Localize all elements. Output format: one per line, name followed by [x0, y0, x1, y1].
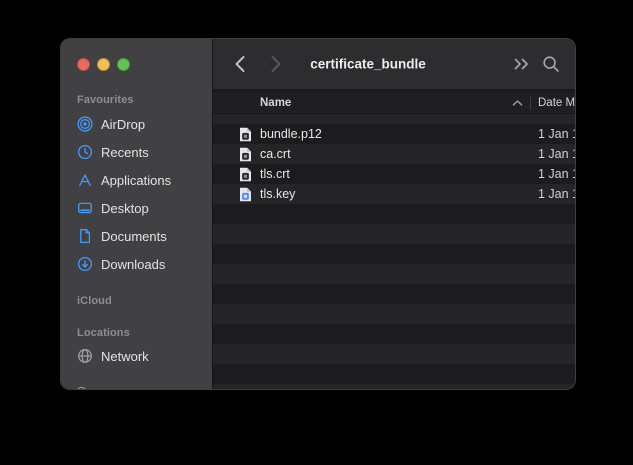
sidebar-item-label: Recents [101, 145, 149, 160]
file-name: tls.crt [260, 164, 290, 184]
close-button[interactable] [77, 58, 90, 71]
file-date-modified: 1 Jan 19 [538, 144, 576, 164]
zoom-button[interactable] [117, 58, 130, 71]
document-icon [77, 228, 93, 244]
file-row-ca.crt[interactable]: ca.crt 1 Jan 19 [213, 144, 575, 164]
file-name: tls.key [260, 184, 295, 204]
sidebar-item-airdrop[interactable]: AirDrop [61, 111, 206, 137]
applications-icon [77, 172, 93, 188]
clock-icon [77, 144, 93, 160]
globe-icon [77, 348, 93, 364]
sidebar-item-label: Network [101, 349, 149, 364]
file-name: bundle.p12 [260, 124, 322, 144]
file-row-bundle.p12[interactable]: bundle.p12 1 Jan 19 [213, 124, 575, 144]
minimize-button[interactable] [97, 58, 110, 71]
file-key-icon [239, 187, 252, 202]
column-header-name[interactable]: Name [260, 93, 291, 113]
download-icon [77, 256, 93, 272]
file-generic-icon [239, 167, 252, 182]
main-pane: certificate_bundle Name Date Mo bundle.p… [212, 39, 575, 389]
file-date-modified: 1 Jan 19 [538, 124, 576, 144]
sidebar-item-downloads[interactable]: Downloads [61, 251, 206, 277]
sidebar-item-label: Desktop [101, 201, 149, 216]
sidebar-item-documents[interactable]: Documents [61, 223, 206, 249]
file-generic-icon [239, 127, 252, 142]
file-row-tls.key[interactable]: tls.key 1 Jan 19 [213, 184, 575, 204]
sidebar-item-applications[interactable]: Applications [61, 167, 206, 193]
window-title: certificate_bundle [310, 57, 426, 72]
file-generic-icon [239, 147, 252, 162]
sidebar-section-label-locations: Locations [77, 327, 130, 339]
file-list: bundle.p12 1 Jan 19 ca.crt 1 Jan 19 tls.crt 1… [213, 114, 575, 389]
file-date-modified: 1 Jan 19 [538, 164, 576, 184]
column-header-date[interactable]: Date Mo [538, 93, 576, 113]
sidebar-item-network[interactable]: Network [61, 343, 206, 369]
forward-button[interactable] [270, 56, 282, 73]
double-chevron-icon[interactable] [513, 57, 530, 71]
clipped-sidebar-icon [76, 387, 87, 390]
sidebar-section-label-icloud: iCloud [77, 295, 112, 307]
sidebar-item-label: AirDrop [101, 117, 145, 132]
column-headers: Name Date Mo [213, 93, 575, 114]
file-row-tls.crt[interactable]: tls.crt 1 Jan 19 [213, 164, 575, 184]
sidebar-item-label: Documents [101, 229, 167, 244]
desktop-icon [77, 200, 93, 216]
toolbar: certificate_bundle [213, 39, 575, 89]
file-name: ca.crt [260, 144, 291, 164]
chevron-up-icon [512, 99, 523, 107]
airdrop-icon [77, 116, 93, 132]
sidebar: Favourites AirDrop Recents Applications Desk… [61, 39, 212, 389]
desktop-background: Favourites AirDrop Recents Applications Desk… [0, 0, 633, 465]
finder-window: Favourites AirDrop Recents Applications Desk… [60, 38, 576, 390]
sidebar-section-label-favourites: Favourites [77, 94, 134, 106]
sidebar-item-label: Applications [101, 173, 171, 188]
column-separator [530, 96, 531, 110]
back-button[interactable] [234, 56, 246, 73]
window-controls [77, 58, 130, 71]
sidebar-item-label: Downloads [101, 257, 165, 272]
search-icon[interactable] [542, 55, 560, 73]
file-date-modified: 1 Jan 19 [538, 184, 576, 204]
sidebar-item-desktop[interactable]: Desktop [61, 195, 206, 221]
sidebar-item-recents[interactable]: Recents [61, 139, 206, 165]
